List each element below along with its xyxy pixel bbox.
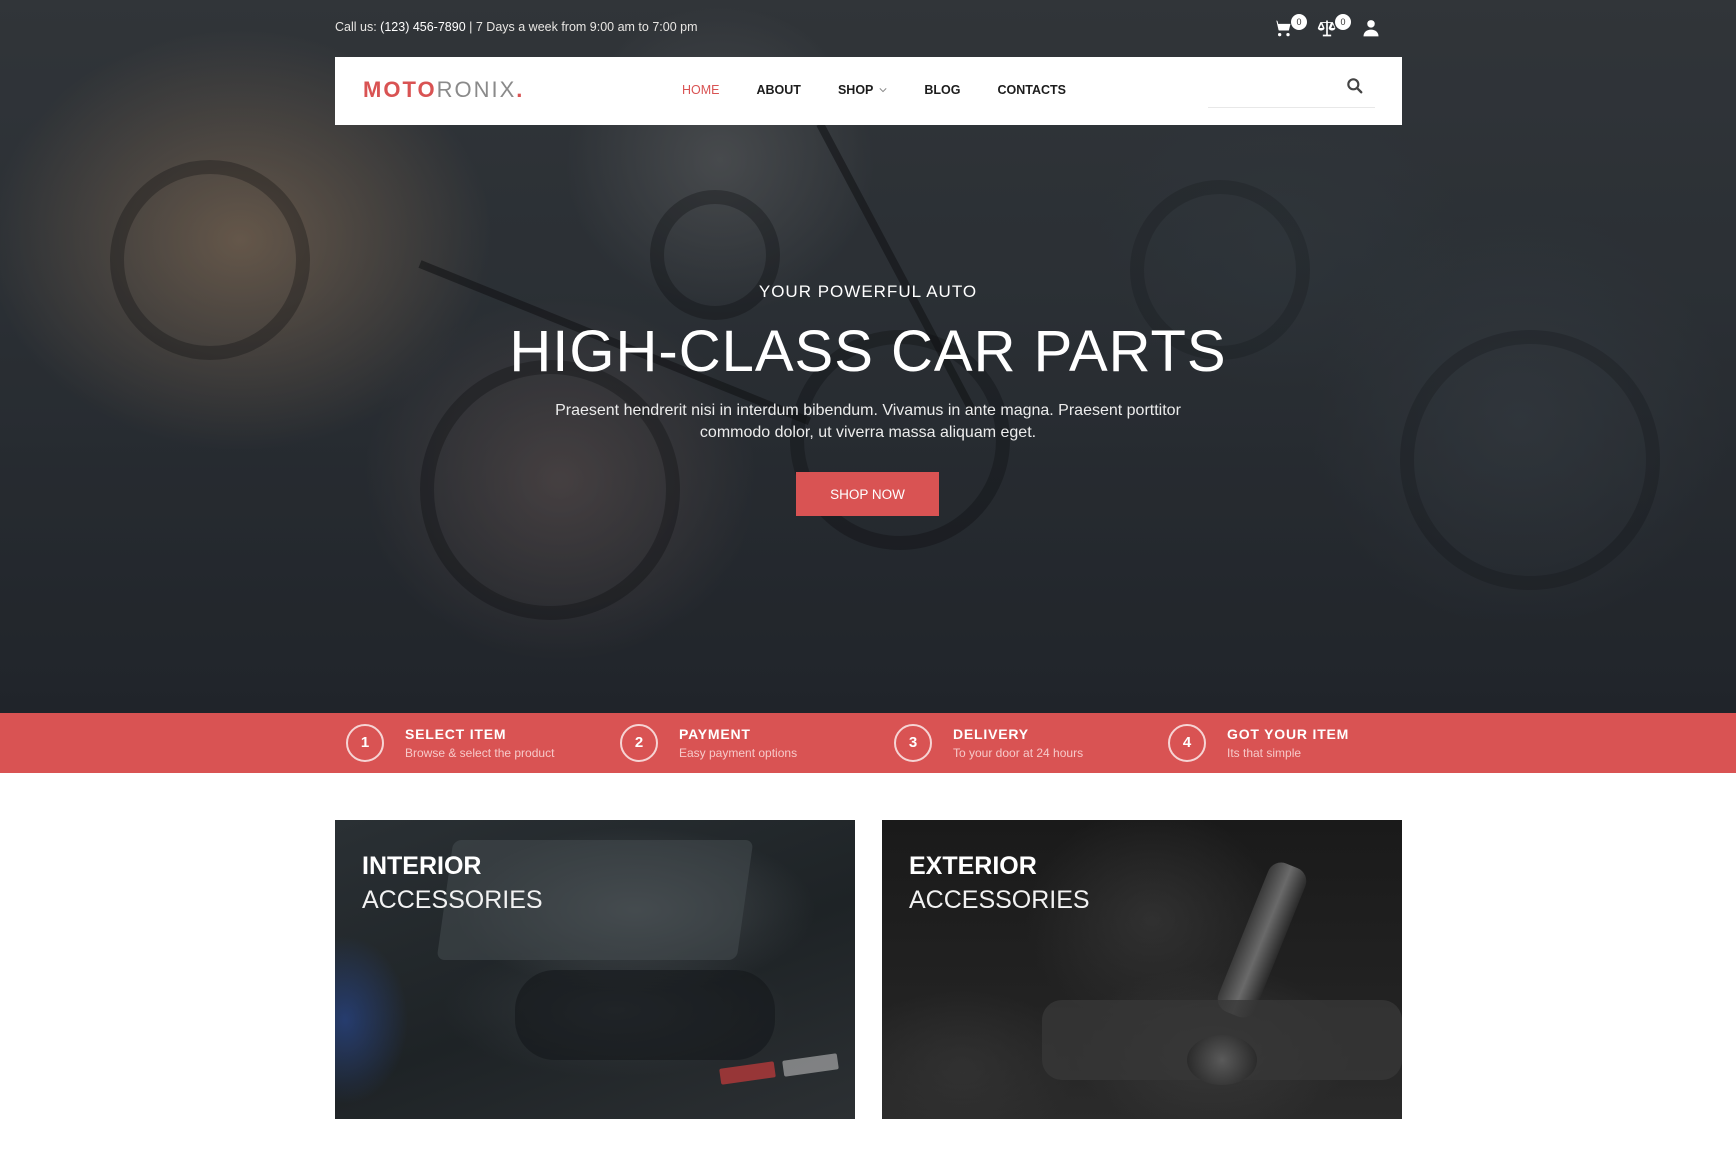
step-subtitle: To your door at 24 hours	[953, 746, 1084, 760]
nav-shop[interactable]: SHOP	[838, 83, 887, 97]
main-navbar: MOTORONIX. HOME ABOUT SHOP BLOG CONTACTS	[335, 57, 1402, 125]
main-menu: HOME ABOUT SHOP BLOG CONTACTS	[682, 83, 1103, 97]
nav-shop-label: SHOP	[837, 83, 874, 97]
category-subtitle: ACCESSORIES	[362, 886, 543, 914]
step-subtitle: Easy payment options	[679, 746, 798, 760]
step-number-circle: 4	[1168, 724, 1206, 762]
step-title: SELECT ITEM	[405, 726, 507, 742]
nav-home[interactable]: HOME	[682, 83, 720, 97]
category-title: EXTERIOR	[909, 852, 1037, 880]
control-knob-shape	[1187, 1035, 1257, 1085]
step-number-circle: 3	[894, 724, 932, 762]
hero-section: Call us: (123) 456-7890 | 7 Days a week …	[0, 0, 1736, 713]
logo-dot: .	[516, 77, 525, 102]
logo-light: RONIX	[436, 77, 517, 102]
phone-number[interactable]: (123) 456-7890	[380, 20, 465, 34]
hero-title: HIGH-CLASS CAR PARTS	[509, 319, 1227, 384]
hero-description: Praesent hendrerit nisi in interdum bibe…	[555, 402, 1181, 441]
cart-icon	[1273, 20, 1291, 37]
account-button[interactable]	[1361, 18, 1383, 40]
contact-info: Call us: (123) 456-7890 | 7 Days a week …	[335, 20, 698, 34]
step-number-circle: 1	[346, 724, 384, 762]
nav-about[interactable]: ABOUT	[757, 83, 801, 97]
search-icon[interactable]	[1345, 76, 1365, 96]
compare-count-badge: 0	[1335, 14, 1351, 30]
header-actions: 0 0	[1273, 14, 1405, 40]
user-icon	[1363, 20, 1379, 37]
badge-label-shape	[782, 1053, 839, 1077]
step-title: PAYMENT	[679, 726, 751, 742]
cart-count-badge: 0	[1291, 14, 1307, 30]
site-logo[interactable]: MOTORONIX.	[363, 77, 524, 103]
step-item: 1 SELECT ITEM Browse & select the produc…	[346, 724, 554, 762]
category-card-interior[interactable]: INTERIOR ACCESSORIES	[335, 820, 855, 1119]
category-title: INTERIOR	[362, 852, 482, 880]
nav-contacts[interactable]: CONTACTS	[998, 83, 1067, 97]
step-title: DELIVERY	[953, 726, 1029, 742]
search-input[interactable]	[1208, 73, 1338, 103]
search-box	[1208, 73, 1375, 108]
compare-button[interactable]: 0	[1317, 14, 1351, 40]
intake-manifold-shape	[515, 970, 775, 1060]
compare-scale-icon	[1317, 20, 1336, 37]
gear-shifter-shape	[1213, 858, 1311, 1022]
chevron-down-icon	[879, 88, 887, 93]
step-title: GOT YOUR ITEM	[1227, 726, 1350, 742]
cart-button[interactable]: 0	[1273, 14, 1307, 40]
logo-bold: MOTO	[363, 77, 437, 102]
business-hours: | 7 Days a week from 9:00 am to 7:00 pm	[469, 20, 698, 34]
hero-eyebrow: YOUR POWERFUL AUTO	[758, 282, 978, 301]
step-subtitle: Browse & select the product	[405, 746, 555, 760]
step-subtitle: Its that simple	[1227, 746, 1302, 760]
step-item: 4 GOT YOUR ITEM Its that simple	[1168, 724, 1349, 762]
category-card-exterior[interactable]: EXTERIOR ACCESSORIES	[882, 820, 1402, 1119]
badge-label-shape	[719, 1061, 776, 1085]
step-item: 2 PAYMENT Easy payment options	[620, 724, 797, 762]
nav-blog[interactable]: BLOG	[924, 83, 960, 97]
steps-band: 1 SELECT ITEM Browse & select the produc…	[0, 713, 1736, 773]
category-subtitle: ACCESSORIES	[909, 886, 1090, 914]
step-number-circle: 2	[620, 724, 658, 762]
step-item: 3 DELIVERY To your door at 24 hours	[894, 724, 1083, 762]
shop-now-button[interactable]: SHOP NOW	[796, 472, 939, 516]
call-label: Call us:	[335, 20, 377, 34]
